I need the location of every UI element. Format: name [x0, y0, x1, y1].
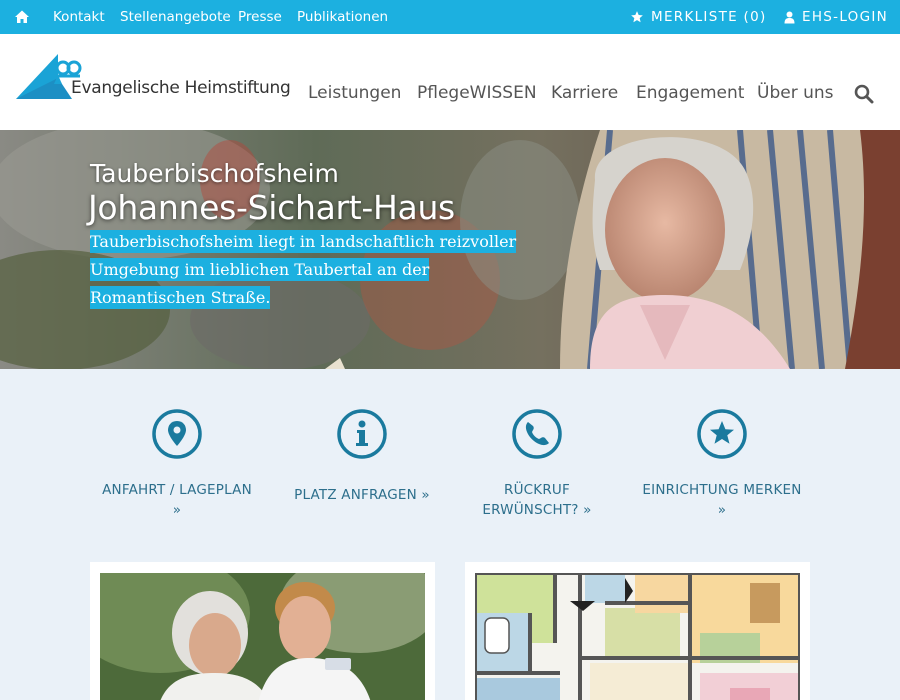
hero-location: Tauberbischofsheim — [90, 159, 339, 188]
card-floorplan-image — [475, 573, 800, 700]
logo[interactable]: Evangelische Heimstiftung — [14, 54, 291, 106]
action-platz-anfragen-label: PLATZ ANFRAGEN » — [294, 487, 430, 503]
merkliste-link[interactable]: MERKLISTE (0) — [630, 9, 767, 25]
info-icon — [337, 409, 387, 459]
site-header: Evangelische Heimstiftung Leistungen Pfl… — [0, 34, 900, 130]
hero-description: Tauberbischofsheim liegt in landschaftli… — [90, 228, 530, 312]
card-people[interactable] — [90, 562, 435, 700]
hero-description-text: Tauberbischofsheim liegt in landschaftli… — [90, 230, 517, 309]
action-rueckruf-label-2: ERWÜNSCHT? » — [482, 502, 592, 518]
map-marker-icon — [152, 409, 202, 459]
action-einrichtung-merken[interactable]: EINRICHTUNG MERKEN » — [642, 408, 802, 520]
action-rueckruf-label: RÜCKRUF — [504, 482, 570, 498]
login-label: EHS-LOGIN — [802, 9, 889, 25]
nav-leistungen[interactable]: Leistungen — [308, 83, 401, 103]
action-einrichtung-merken-arrow: » — [717, 502, 727, 518]
star-icon — [697, 409, 747, 459]
topbar-link-kontakt[interactable]: Kontakt — [53, 9, 105, 25]
action-anfahrt-arrow: » — [172, 502, 182, 518]
card-floorplan[interactable] — [465, 562, 810, 700]
logo-text: Evangelische Heimstiftung — [71, 78, 291, 98]
home-icon[interactable] — [14, 9, 30, 25]
action-anfahrt[interactable]: ANFAHRT / LAGEPLAN » — [97, 408, 257, 520]
top-bar: Kontakt Stellenangebote Presse Publikati… — [0, 0, 900, 34]
topbar-link-stellenangebote[interactable]: Stellenangebote — [120, 9, 231, 25]
login-link[interactable]: EHS-LOGIN — [784, 9, 888, 25]
star-icon — [631, 11, 643, 23]
nav-karriere[interactable]: Karriere — [551, 83, 618, 103]
action-einrichtung-merken-label: EINRICHTUNG MERKEN — [642, 482, 802, 498]
hero-banner: Tauberbischofsheim Johannes-Sichart-Haus… — [0, 130, 900, 369]
search-icon[interactable] — [854, 84, 874, 104]
nav-engagement[interactable]: Engagement — [636, 83, 744, 103]
nav-pflegewissen[interactable]: PflegeWISSEN — [417, 83, 537, 103]
phone-icon — [512, 409, 562, 459]
nav-ueber-uns[interactable]: Über uns — [757, 83, 834, 103]
card-people-image — [100, 573, 425, 700]
action-rueckruf[interactable]: RÜCKRUF ERWÜNSCHT? » — [457, 408, 617, 520]
topbar-link-publikationen[interactable]: Publikationen — [297, 9, 388, 25]
user-icon — [784, 11, 795, 23]
topbar-link-presse[interactable]: Presse — [238, 9, 282, 25]
action-platz-anfragen[interactable]: PLATZ ANFRAGEN » — [282, 408, 442, 505]
hero-facility-name: Johannes-Sichart-Haus — [88, 188, 455, 227]
merkliste-label: MERKLISTE (0) — [651, 9, 767, 25]
action-anfahrt-label: ANFAHRT / LAGEPLAN — [102, 482, 252, 498]
